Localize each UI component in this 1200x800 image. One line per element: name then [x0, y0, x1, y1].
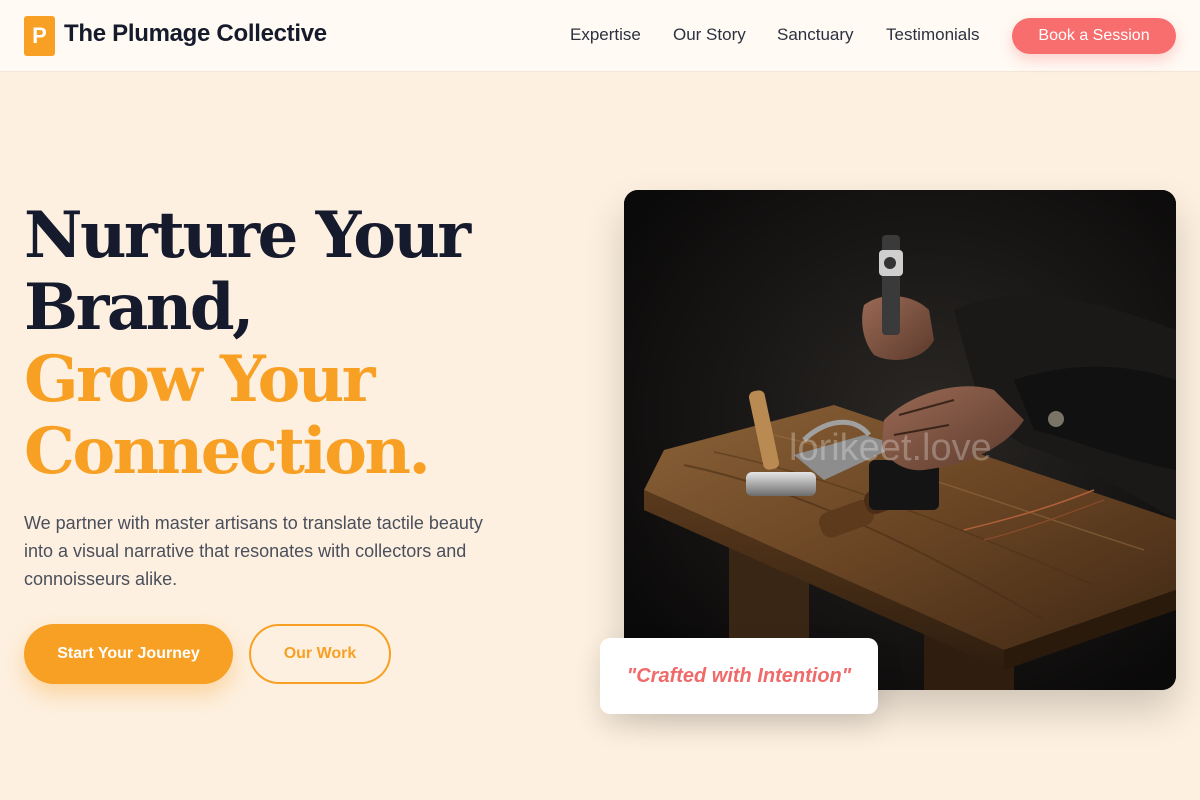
our-work-button[interactable]: Our Work	[249, 624, 391, 684]
nav-link-sanctuary[interactable]: Sanctuary	[777, 25, 854, 45]
image-watermark: lorikeet.love	[789, 427, 992, 469]
headline-line: Brand,	[24, 270, 254, 345]
nav-link-expertise[interactable]: Expertise	[570, 25, 641, 45]
quote-text: "Crafted with Intention"	[626, 664, 852, 687]
book-session-button[interactable]: Book a Session	[1012, 18, 1176, 54]
headline-highlight-line: Grow Your	[24, 342, 376, 417]
nav-link-our-story[interactable]: Our Story	[673, 25, 746, 45]
artisan-workbench-illustration: lorikeet.love	[624, 190, 1176, 690]
nav-link-testimonials[interactable]: Testimonials	[886, 25, 980, 45]
headline-line: Nurture Your	[24, 198, 471, 273]
hero-description: We partner with master artisans to trans…	[24, 513, 483, 589]
hero-image: lorikeet.love	[624, 190, 1176, 690]
brand-name[interactable]: The Plumage Collective	[64, 20, 327, 48]
headline-highlight-line: Connection.	[24, 414, 431, 489]
quote-card: "Crafted with Intention"	[600, 638, 878, 714]
start-journey-button[interactable]: Start Your Journey	[24, 624, 233, 684]
top-navbar: P The Plumage Collective Expertise Our S…	[0, 0, 1200, 72]
logo-icon[interactable]: P	[24, 16, 55, 56]
